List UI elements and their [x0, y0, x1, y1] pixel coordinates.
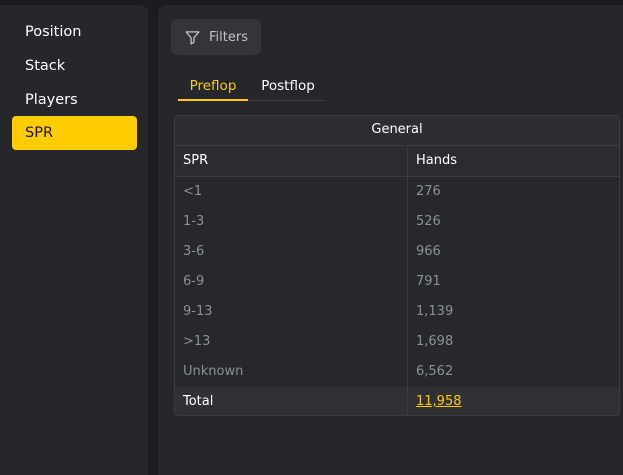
- total-label: Total: [175, 387, 408, 415]
- table-row: >13 1,698: [175, 327, 619, 357]
- spr-cell: 1-3: [175, 207, 408, 237]
- hands-cell: 526: [416, 214, 441, 229]
- sidebar: Position Stack Players SPR: [0, 5, 148, 475]
- table-header-row: SPR Hands: [175, 146, 619, 177]
- table-row: Unknown 6,562: [175, 357, 619, 387]
- tab-postflop[interactable]: Postflop: [254, 75, 322, 99]
- table-row: 9-13 1,139: [175, 297, 619, 327]
- sidebar-item-spr[interactable]: SPR: [12, 116, 137, 150]
- spr-cell: >13: [175, 327, 408, 357]
- filters-button[interactable]: Filters: [171, 19, 261, 55]
- spr-cell: 9-13: [175, 297, 408, 327]
- tab-bar: Preflop Postflop: [178, 75, 326, 101]
- total-hands-link[interactable]: 11,958: [416, 394, 462, 409]
- hands-cell: 791: [416, 274, 441, 289]
- spr-cell: <1: [175, 177, 408, 207]
- table-row: 1-3 526: [175, 207, 619, 237]
- hands-cell: 1,139: [416, 304, 454, 319]
- table-group-header: General: [175, 116, 619, 146]
- spr-table: General SPR Hands <1 276 1-3 526 3-6 966…: [174, 115, 620, 416]
- column-header-hands[interactable]: Hands: [408, 146, 619, 176]
- sidebar-item-stack[interactable]: Stack: [12, 49, 137, 83]
- total-hands-cell: 11,958: [408, 387, 619, 415]
- table-total-row: Total 11,958: [175, 387, 619, 415]
- table-row: <1 276: [175, 177, 619, 207]
- sidebar-item-players[interactable]: Players: [12, 83, 137, 117]
- hands-cell: 966: [416, 244, 441, 259]
- sidebar-item-position[interactable]: Position: [12, 15, 137, 49]
- funnel-icon: [185, 30, 200, 45]
- table-row: 3-6 966: [175, 237, 619, 267]
- table-row: 6-9 791: [175, 267, 619, 297]
- hands-cell: 1,698: [416, 334, 454, 349]
- spr-cell: Unknown: [175, 357, 408, 387]
- hands-cell: 6,562: [416, 364, 454, 379]
- spr-cell: 6-9: [175, 267, 408, 297]
- column-header-spr[interactable]: SPR: [175, 146, 408, 176]
- tab-preflop[interactable]: Preflop: [178, 75, 248, 101]
- hands-cell: 276: [416, 184, 441, 199]
- spr-cell: 3-6: [175, 237, 408, 267]
- filters-label: Filters: [209, 29, 248, 45]
- main-panel: Filters Preflop Postflop General SPR Han…: [158, 5, 623, 475]
